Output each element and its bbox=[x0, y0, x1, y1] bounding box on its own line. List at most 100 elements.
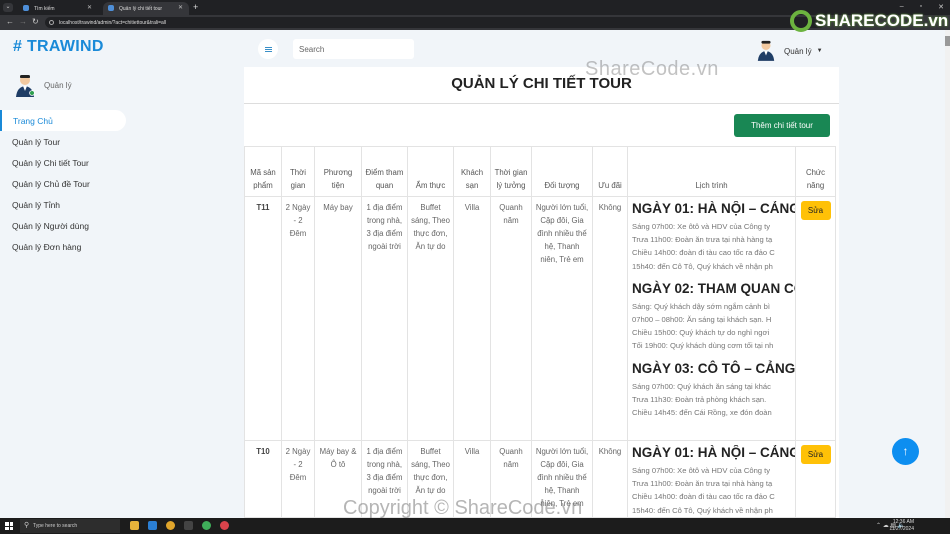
cell-offer: Không bbox=[592, 196, 628, 441]
cell-code: T11 bbox=[244, 196, 282, 441]
col-header-code: Mã sản phẩm bbox=[244, 146, 282, 197]
forward-icon[interactable]: → bbox=[19, 17, 27, 26]
schedule-line: Chiều 14h45: đến Cái Rồng, xe đón đoàn bbox=[632, 408, 772, 418]
sidebar-item-provinces[interactable]: Quản lý Tỉnh bbox=[0, 194, 139, 215]
chevron-down-icon: ▼ bbox=[816, 48, 823, 54]
app-icon[interactable] bbox=[220, 521, 229, 530]
app-icon[interactable] bbox=[202, 521, 211, 530]
arrow-up-icon: ↑ bbox=[902, 444, 909, 458]
brand-logo[interactable]: # TRAWIND bbox=[13, 38, 104, 56]
schedule-line: Sáng 07h00: Quý khách ăn sáng tại khác bbox=[632, 381, 771, 391]
cell-code: T10 bbox=[244, 440, 282, 518]
url-input[interactable]: localhost/trawind/admin/?act=chitiettour… bbox=[45, 17, 825, 28]
schedule-line: Chiều 14h00: đoàn đi tàu cao tốc ra đảo … bbox=[632, 248, 775, 258]
close-tab-icon[interactable]: ✕ bbox=[178, 4, 183, 11]
user-menu[interactable]: Quản lý ▼ bbox=[756, 39, 823, 63]
clock-date: 11/27/2024 bbox=[889, 526, 914, 532]
schedule-line: Sáng 07h00: Xe ôtô và HDV của Công ty bbox=[632, 222, 771, 231]
page-scrollbar[interactable] bbox=[945, 30, 950, 518]
windows-start-icon[interactable] bbox=[5, 522, 13, 530]
cell-hotel: Villa bbox=[453, 196, 491, 441]
cell-actions: Sửa bbox=[795, 440, 836, 518]
cell-audience: Người lớn tuổi, Cặp đôi, Gia đình nhiều … bbox=[531, 196, 593, 441]
clock[interactable]: 12:36 AM 11/27/2024 bbox=[889, 519, 914, 533]
menu-toggle-button[interactable] bbox=[258, 39, 278, 59]
sidebar-item-tours[interactable]: Quản lý Tour bbox=[0, 131, 139, 152]
file-explorer-icon[interactable] bbox=[130, 521, 139, 530]
site-info-icon[interactable] bbox=[49, 20, 54, 25]
terminal-icon[interactable] bbox=[184, 521, 193, 530]
vscode-icon[interactable] bbox=[148, 521, 157, 530]
back-icon[interactable]: ← bbox=[6, 17, 14, 26]
schedule-line: 15h40: đến Cô Tô, Quý khách về nhận ph bbox=[632, 505, 773, 515]
schedule-line: Tối 19h00: Quý khách dùng cơm tối tại nh bbox=[632, 341, 774, 351]
tour-detail-table: Mã sản phẩm Thời gian Phương tiện Điểm t… bbox=[244, 146, 836, 518]
favicon-icon bbox=[108, 5, 114, 11]
reload-icon[interactable]: ↻ bbox=[32, 17, 39, 26]
sidebar-item-users[interactable]: Quản lý Người dùng bbox=[0, 215, 139, 236]
table-row: T11 2 Ngày - 2 Đêm Máy bay 1 địa điểm tr… bbox=[244, 196, 836, 441]
chrome-icon[interactable] bbox=[166, 521, 175, 530]
hamburger-icon bbox=[264, 46, 272, 52]
main-content: Quản lý ▼ QUẢN LÝ CHI TIẾT TOUR Thêm chi… bbox=[244, 30, 839, 518]
cell-offer: Không bbox=[592, 440, 628, 518]
topbar: Quản lý ▼ bbox=[244, 30, 839, 67]
browser-tab-active[interactable]: Quản lý chi tiết tour ✕ bbox=[103, 2, 189, 15]
cell-actions: Sửa bbox=[795, 196, 836, 441]
col-header-sights: Điểm tham quan bbox=[361, 146, 408, 197]
sidebar-item-orders[interactable]: Quản lý Đơn hàng bbox=[0, 236, 139, 257]
col-header-cuisine: Ẩm thực bbox=[407, 146, 454, 197]
scrollbar-thumb[interactable] bbox=[945, 36, 950, 46]
cell-duration: 2 Ngày - 2 Đêm bbox=[281, 196, 315, 441]
avatar bbox=[14, 73, 36, 97]
tab-search-button[interactable]: ⌄ bbox=[3, 3, 13, 12]
topbar-user-name: Quản lý bbox=[784, 46, 812, 56]
col-header-actions: Chức năng bbox=[795, 146, 836, 197]
logo-icon bbox=[790, 10, 812, 32]
sidebar-item-home[interactable]: Trang Chủ bbox=[0, 110, 126, 131]
tab-title: Tìm kiếm bbox=[34, 5, 55, 12]
watermark-top: ShareCode.vn bbox=[585, 58, 719, 80]
schedule-line: Chiều 14h00: đoàn đi tàu cao tốc ra đảo … bbox=[632, 492, 775, 502]
col-header-hotel: Khách sạn bbox=[453, 146, 491, 197]
sidebar-menu: Trang Chủ Quản lý Tour Quản lý Chi tiết … bbox=[0, 110, 139, 257]
divider bbox=[244, 103, 839, 104]
col-header-offer: Ưu đãi bbox=[592, 146, 628, 197]
sidebar-item-tour-topics[interactable]: Quản lý Chủ đề Tour bbox=[0, 173, 139, 194]
schedule-line: Chiều 15h00: Quý khách tự do nghỉ ngơi bbox=[632, 328, 770, 338]
edit-button[interactable]: Sửa bbox=[800, 445, 831, 464]
col-header-audience: Đối tượng bbox=[531, 146, 593, 197]
schedule-line: Trưa 11h00: Đoàn ăn trưa tại nhà hàng tạ bbox=[632, 479, 773, 489]
scroll-to-top-button[interactable]: ↑ bbox=[892, 438, 919, 465]
logo-text: SHARECODE.vn bbox=[815, 11, 949, 30]
schedule-line: 07h00 – 08h00: Ăn sáng tại khách sạn. H bbox=[632, 315, 772, 325]
table-header-row: Mã sản phẩm Thời gian Phương tiện Điểm t… bbox=[244, 146, 836, 197]
edit-button[interactable]: Sửa bbox=[800, 201, 831, 220]
cell-ideal-time: Quanh năm bbox=[490, 196, 532, 441]
search-input[interactable] bbox=[293, 39, 414, 59]
col-header-ideal-time: Thời gian lý tưởng bbox=[490, 146, 532, 197]
cell-duration: 2 Ngày - 2 Đêm bbox=[281, 440, 315, 518]
avatar bbox=[756, 39, 778, 63]
schedule-day-heading: NGÀY 02: THAM QUAN CÔ bbox=[632, 280, 796, 296]
browser-tab[interactable]: Tìm kiếm ✕ bbox=[18, 2, 98, 15]
url-text: localhost/trawind/admin/?act=chitiettour… bbox=[59, 19, 166, 26]
sidebar-item-tour-details[interactable]: Quản lý Chi tiết Tour bbox=[0, 152, 139, 173]
cell-schedule: NGÀY 01: HÀ NỘI – CẢNG Sáng 07h00: Xe ôt… bbox=[627, 440, 796, 518]
schedule-line: 15h40: đến Cô Tô, Quý khách về nhận ph bbox=[632, 261, 773, 271]
schedule-line: Trưa 11h00: Đoàn ăn trưa tại nhà hàng tạ bbox=[632, 235, 773, 245]
add-tour-detail-button[interactable]: Thêm chi tiết tour bbox=[734, 114, 830, 137]
new-tab-button[interactable]: + bbox=[193, 2, 198, 12]
watermark-bottom: Copyright © ShareCode.vn bbox=[343, 497, 583, 519]
taskbar: Type here to search ⌃ ☁ ▤ 🔈 12:36 AM 11/… bbox=[0, 518, 950, 534]
close-tab-icon[interactable]: ✕ bbox=[87, 4, 92, 11]
sidebar-user: Quản lý bbox=[14, 73, 72, 97]
schedule-line: Trưa 11h30: Đoàn trả phòng khách sạn. bbox=[632, 394, 767, 404]
taskbar-search[interactable]: Type here to search bbox=[20, 519, 120, 533]
cell-cuisine: Buffet sáng, Theo thực đơn, Ăn tự do bbox=[407, 196, 454, 441]
schedule-day-heading: NGÀY 01: HÀ NỘI – CẢNG bbox=[632, 201, 796, 216]
page-title: QUẢN LÝ CHI TIẾT TOUR bbox=[451, 75, 632, 92]
schedule-day-heading: NGÀY 01: HÀ NỘI – CẢNG bbox=[632, 445, 796, 460]
sharecode-logo: SHARECODE.vn bbox=[790, 10, 948, 32]
clock-time: 12:36 AM bbox=[892, 519, 914, 525]
